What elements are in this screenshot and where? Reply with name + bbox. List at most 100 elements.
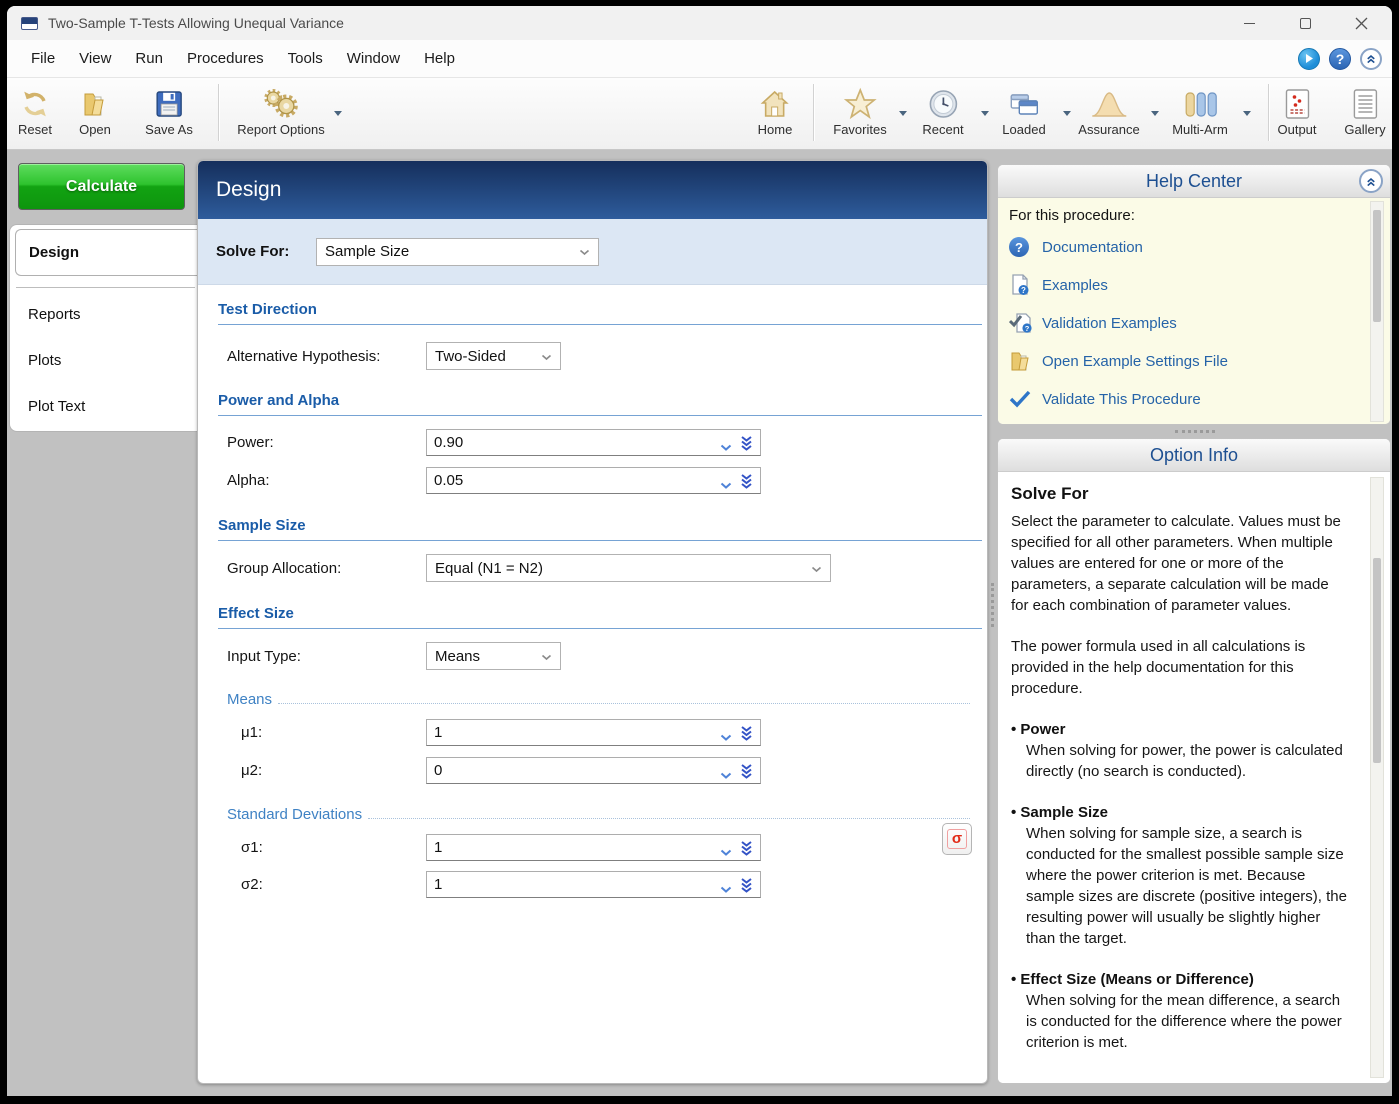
output-page-icon bbox=[1282, 85, 1312, 122]
multiple-values-icon bbox=[740, 764, 753, 783]
sidebar-tab-plot-text[interactable]: Plot Text bbox=[15, 387, 199, 425]
design-panel-header: Design bbox=[198, 161, 987, 219]
assurance-dropdown-caret[interactable] bbox=[1151, 111, 1159, 116]
menu-window[interactable]: Window bbox=[335, 40, 412, 77]
option-info-scrollbar[interactable] bbox=[1370, 477, 1384, 1078]
menu-run[interactable]: Run bbox=[123, 40, 175, 77]
gears-icon bbox=[259, 85, 303, 122]
option-info-body: Solve For Select the parameter to calcul… bbox=[998, 472, 1390, 1084]
clock-icon bbox=[927, 85, 959, 122]
sidebar-tab-panel: Design Reports Plots Plot Text bbox=[9, 224, 205, 432]
link-validate-procedure[interactable]: Validate This Procedure bbox=[1009, 380, 1390, 418]
toolbar-save-as-button[interactable]: Save As bbox=[145, 85, 193, 137]
toolbar-output-button[interactable]: Output bbox=[1277, 85, 1316, 137]
mu1-label: μ1: bbox=[241, 724, 426, 741]
menu-tools[interactable]: Tools bbox=[276, 40, 335, 77]
power-label: Power: bbox=[227, 434, 426, 451]
chevron-down-icon bbox=[541, 648, 552, 665]
menu-procedures[interactable]: Procedures bbox=[175, 40, 276, 77]
run-play-button[interactable] bbox=[1298, 48, 1320, 70]
play-icon bbox=[1304, 53, 1314, 64]
design-panel-title: Design bbox=[216, 178, 281, 202]
alternative-hypothesis-row: Alternative Hypothesis: Two-Sided bbox=[227, 342, 561, 370]
mu2-input[interactable]: 0 bbox=[426, 757, 761, 784]
menu-help[interactable]: Help bbox=[412, 40, 467, 77]
solve-for-select[interactable]: Sample Size bbox=[316, 238, 599, 266]
group-allocation-label: Group Allocation: bbox=[227, 560, 426, 577]
option-info-panel: Option Info Solve For Select the paramet… bbox=[997, 438, 1391, 1084]
solve-for-row: Solve For: Sample Size bbox=[198, 219, 987, 285]
chevron-up-double-icon bbox=[1364, 52, 1378, 65]
sigma-tool-button[interactable]: σ bbox=[942, 823, 972, 855]
scrollbar-thumb[interactable] bbox=[1373, 558, 1381, 763]
home-icon bbox=[759, 85, 791, 122]
sidebar-tab-reports[interactable]: Reports bbox=[15, 295, 199, 333]
sidebar-tab-plots[interactable]: Plots bbox=[15, 341, 199, 379]
multiple-values-icon bbox=[740, 436, 753, 455]
toolbar-multi-arm-button[interactable]: Multi-Arm bbox=[1172, 85, 1228, 137]
link-documentation[interactable]: ? Documentation bbox=[1009, 228, 1390, 266]
group-allocation-select[interactable]: Equal (N1 = N2) bbox=[426, 554, 831, 582]
help-center-body: For this procedure: ? Documentation ? Ex… bbox=[998, 198, 1390, 425]
option-info-bullet-effect-size: Effect Size (Means or Difference) When s… bbox=[1011, 969, 1350, 1053]
toolbar-home-button[interactable]: Home bbox=[758, 85, 793, 137]
star-icon bbox=[843, 85, 877, 122]
toolbar-reset-button[interactable]: Reset bbox=[18, 85, 52, 137]
toolbar-gallery-button[interactable]: Gallery bbox=[1344, 85, 1385, 137]
option-info-paragraph: The power formula used in all calculatio… bbox=[1011, 636, 1350, 699]
recent-dropdown-caret[interactable] bbox=[981, 111, 989, 116]
chevron-down-icon bbox=[720, 439, 732, 456]
sigma2-row: σ2: 1 bbox=[241, 870, 761, 898]
mu1-input[interactable]: 1 bbox=[426, 719, 761, 746]
windows-icon bbox=[1007, 85, 1041, 122]
mu1-row: μ1: 1 bbox=[241, 718, 761, 746]
scrollbar-thumb[interactable] bbox=[1373, 210, 1381, 322]
toolbar-assurance-button[interactable]: Assurance bbox=[1078, 85, 1139, 137]
help-badge-icon: ? bbox=[1009, 237, 1042, 257]
menu-view[interactable]: View bbox=[67, 40, 123, 77]
help-center-collapse-button[interactable] bbox=[1359, 169, 1383, 193]
toolbar-report-options-button[interactable]: Report Options bbox=[237, 85, 324, 137]
toolbar-loaded-button[interactable]: Loaded bbox=[1002, 85, 1045, 137]
vertical-splitter[interactable] bbox=[991, 583, 994, 627]
solve-for-label: Solve For: bbox=[216, 243, 316, 260]
alpha-label: Alpha: bbox=[227, 472, 426, 489]
group-allocation-row: Group Allocation: Equal (N1 = N2) bbox=[227, 554, 831, 582]
toolbar-recent-button[interactable]: Recent bbox=[922, 85, 963, 137]
sidebar-tab-design[interactable]: Design bbox=[15, 229, 205, 276]
input-type-select[interactable]: Means bbox=[426, 642, 561, 670]
report-options-dropdown-caret[interactable] bbox=[334, 111, 342, 116]
menu-file[interactable]: File bbox=[19, 40, 67, 77]
section-test-direction: Test Direction bbox=[218, 301, 982, 325]
help-center-scrollbar[interactable] bbox=[1370, 201, 1384, 422]
checkmark-icon bbox=[1009, 390, 1042, 408]
toolbar-favorites-button[interactable]: Favorites bbox=[833, 85, 886, 137]
sigma2-input[interactable]: 1 bbox=[426, 871, 761, 898]
link-validation-examples[interactable]: ? Validation Examples bbox=[1009, 304, 1390, 342]
power-row: Power: 0.90 bbox=[227, 428, 761, 456]
collapse-toolbar-button[interactable] bbox=[1360, 48, 1382, 70]
favorites-dropdown-caret[interactable] bbox=[899, 111, 907, 116]
question-icon: ? bbox=[1336, 51, 1345, 67]
tab-separator bbox=[16, 287, 195, 288]
link-examples[interactable]: ? Examples bbox=[1009, 266, 1390, 304]
loaded-dropdown-caret[interactable] bbox=[1063, 111, 1071, 116]
link-open-example-settings[interactable]: Open Example Settings File bbox=[1009, 342, 1390, 380]
maximize-button[interactable] bbox=[1292, 10, 1318, 36]
power-input[interactable]: 0.90 bbox=[426, 429, 761, 456]
mu2-label: μ2: bbox=[241, 762, 426, 779]
menu-bar: File View Run Procedures Tools Window He… bbox=[7, 40, 1392, 78]
help-center-header: Help Center bbox=[998, 165, 1390, 198]
multi-arm-dropdown-caret[interactable] bbox=[1243, 111, 1251, 116]
reset-icon bbox=[19, 85, 51, 122]
calculate-button[interactable]: Calculate bbox=[18, 163, 185, 210]
alpha-input[interactable]: 0.05 bbox=[426, 467, 761, 494]
alternative-hypothesis-select[interactable]: Two-Sided bbox=[426, 342, 561, 370]
toolbar-open-button[interactable]: Open bbox=[79, 85, 111, 137]
help-button[interactable]: ? bbox=[1329, 48, 1351, 70]
horizontal-splitter[interactable] bbox=[1175, 430, 1215, 433]
minimize-button[interactable] bbox=[1236, 10, 1262, 36]
close-button[interactable] bbox=[1348, 10, 1374, 36]
sigma1-input[interactable]: 1 bbox=[426, 834, 761, 861]
multiple-values-icon bbox=[740, 878, 753, 897]
